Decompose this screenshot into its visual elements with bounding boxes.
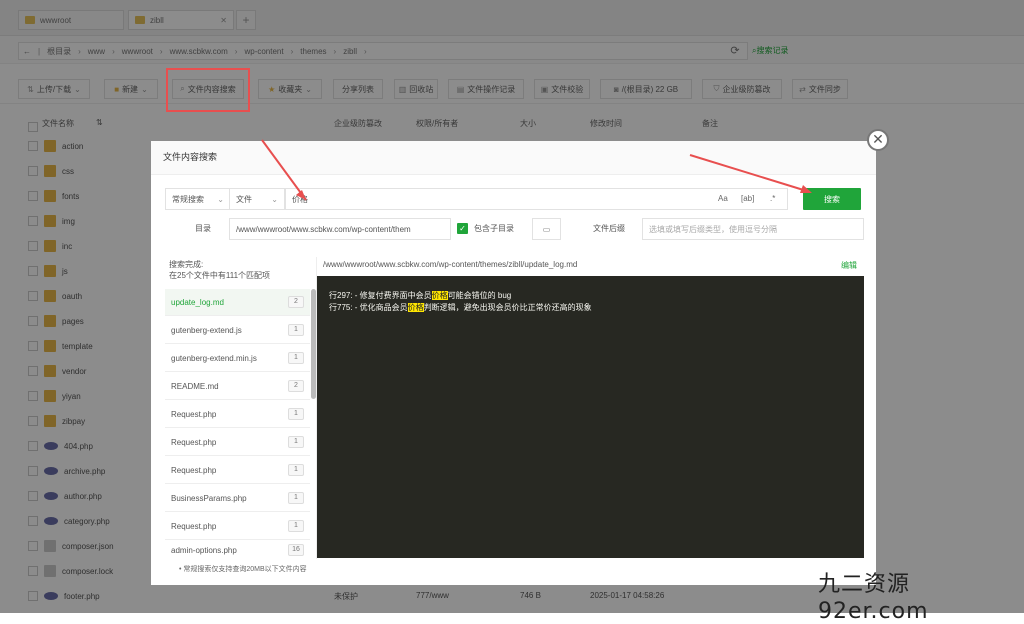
check-icon: ✓ bbox=[457, 223, 468, 234]
result-item[interactable]: Request.php 1 bbox=[165, 401, 310, 428]
result-item[interactable]: gutenberg-extend.min.js 1 bbox=[165, 345, 310, 372]
edit-link[interactable]: 编辑 bbox=[841, 260, 857, 271]
search-input[interactable]: 价格 bbox=[285, 188, 788, 210]
result-item[interactable]: README.md 2 bbox=[165, 373, 310, 400]
dir-label: 目录 bbox=[195, 224, 211, 233]
result-item[interactable]: update_log.md 2 bbox=[165, 289, 310, 316]
match-line[interactable]: 行775: - 优化商品会员价格判断逻辑，避免出现会员价比正常价还高的现象 bbox=[329, 302, 852, 314]
match-preview: 行297: - 修复付费界面中会员价格可能会错位的 bug 行775: - 优化… bbox=[317, 276, 864, 558]
search-button[interactable]: 搜索 bbox=[803, 188, 861, 210]
result-item[interactable]: gutenberg-extend.js 1 bbox=[165, 317, 310, 344]
annotation-highlight-box bbox=[166, 68, 250, 112]
result-item[interactable]: Request.php 1 bbox=[165, 457, 310, 484]
search-mode-select[interactable]: 常规搜索 ⌄ bbox=[165, 188, 231, 210]
chevron-down-icon: ⌄ bbox=[217, 194, 224, 204]
regex-toggle[interactable]: .* bbox=[770, 194, 775, 203]
dir-input[interactable]: /www/wwwroot/www.scbkw.com/wp-content/th… bbox=[229, 218, 451, 240]
close-dialog-button[interactable]: ✕ bbox=[867, 129, 889, 151]
result-file-path: /www/wwwroot/www.scbkw.com/wp-content/th… bbox=[323, 260, 578, 269]
result-item[interactable]: Request.php 1 bbox=[165, 513, 310, 540]
watermark: 九二资源 92er.com bbox=[818, 571, 929, 624]
match-line[interactable]: 行297: - 修复付费界面中会员价格可能会错位的 bug bbox=[329, 290, 852, 302]
scope-select[interactable]: 文件 ⌄ bbox=[229, 188, 285, 210]
browse-folder-button[interactable]: ▭ bbox=[532, 218, 561, 240]
result-item[interactable]: Request.php 1 bbox=[165, 429, 310, 456]
search-note: • 常规搜索仅支持查询20MB以下文件内容 bbox=[179, 566, 307, 573]
content-search-dialog: 文件内容搜索 常规搜索 ⌄ 文件 ⌄ 价格 Aa [ab] .* 搜索 目录 /ww… bbox=[151, 141, 876, 585]
result-item[interactable]: admin-options.php 16 bbox=[165, 541, 310, 559]
chevron-down-icon: ⌄ bbox=[271, 194, 278, 204]
result-item[interactable]: BusinessParams.php 1 bbox=[165, 485, 310, 512]
match-case-toggle[interactable]: Aa bbox=[718, 194, 728, 203]
results-scrollbar[interactable] bbox=[311, 289, 316, 399]
result-file-list: 搜索完成: 在25个文件中有111个匹配项 update_log.md 2 gute… bbox=[165, 257, 317, 559]
ext-input[interactable]: 选填或填写后缀类型，使用逗号分隔 bbox=[642, 218, 864, 240]
dialog-title: 文件内容搜索 bbox=[151, 141, 876, 175]
ext-label: 文件后缀 bbox=[593, 224, 625, 233]
result-summary: 搜索完成: 在25个文件中有111个匹配项 bbox=[169, 260, 271, 280]
include-subdir-checkbox[interactable]: ✓ 包含子目录 bbox=[457, 223, 514, 234]
whole-word-toggle[interactable]: [ab] bbox=[741, 194, 754, 203]
folder-icon: ▭ bbox=[542, 224, 551, 234]
